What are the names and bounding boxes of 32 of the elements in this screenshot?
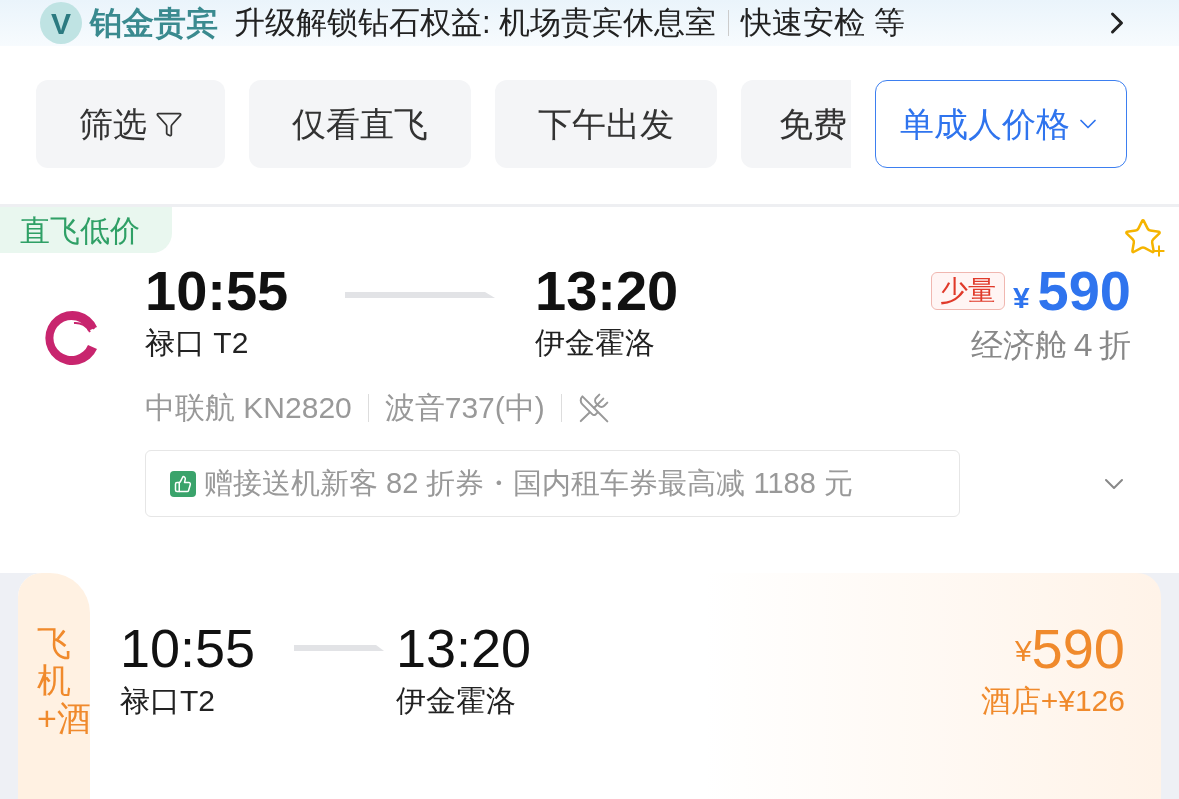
package-tag: 飞机+酒	[18, 573, 90, 799]
filter-chip[interactable]: 免费	[741, 80, 851, 168]
membership-tier-label: 铂金贵宾	[90, 4, 218, 43]
cabin-discount: 经济舱４折	[971, 326, 1131, 365]
departure-time: 10:55	[120, 617, 257, 679]
price-mode-dropdown[interactable]: 单成人价格	[875, 80, 1127, 168]
direct-flight-tag: 直飞低价	[0, 207, 172, 253]
arrival-time: 13:20	[535, 259, 679, 323]
filter-button[interactable]: 筛选	[36, 80, 225, 168]
benefits-text: 升级解锁钻石权益: 机场贵宾休息室	[234, 3, 717, 42]
arrival-airport: 伊金霍洛	[396, 683, 517, 719]
vip-badge-icon: V	[40, 2, 82, 44]
arrival-time: 13:20	[396, 617, 532, 679]
price: 590	[1031, 617, 1125, 681]
price: 590	[1037, 259, 1131, 323]
airline-flight-number: 中联航 KN2820	[145, 390, 352, 426]
low-stock-badge: 少量	[930, 272, 1005, 310]
filter-chip[interactable]: 下午出发	[495, 80, 717, 168]
aircraft-type: 波音737(中)	[384, 390, 545, 426]
benefits-more: 快速安检 等	[741, 3, 905, 42]
departure-airport: 禄口 T2	[145, 325, 250, 361]
currency-symbol: ¥	[1012, 279, 1030, 316]
thumbs-up-icon	[170, 470, 196, 497]
hotel-surcharge: 酒店+¥126	[980, 683, 1125, 719]
membership-banner[interactable]: V 铂金贵宾 升级解锁钻石权益: 机场贵宾休息室 快速安检 等	[0, 0, 1179, 46]
departure-airport: 禄口T2	[120, 683, 216, 719]
promo-text: 赠接送机新客 82 折券・国内租车券最高减 1188 元	[204, 465, 853, 501]
filter-icon	[154, 110, 183, 138]
arrival-airport: 伊金霍洛	[535, 325, 656, 361]
filter-chip[interactable]: 仅看直飞	[249, 80, 471, 168]
departure-time: 10:55	[145, 259, 290, 323]
currency-symbol: ¥	[1014, 634, 1032, 667]
